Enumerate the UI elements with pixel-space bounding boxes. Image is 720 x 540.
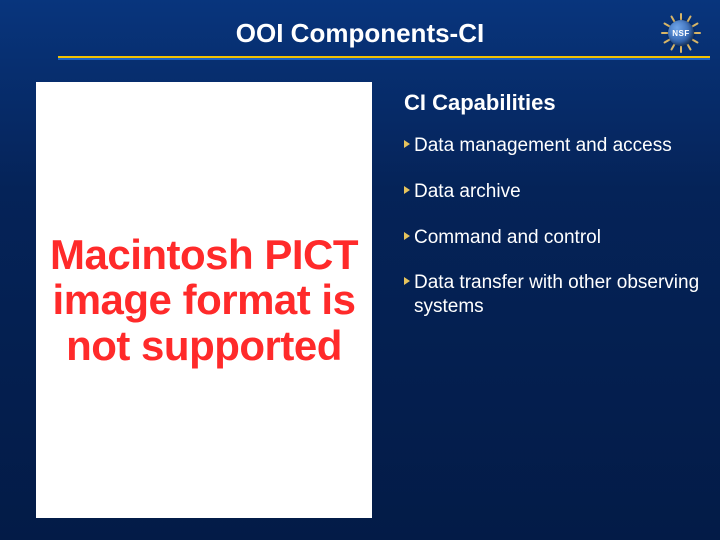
nsf-logo-icon: NSF [658, 10, 704, 56]
section-title: CI Capabilities [404, 90, 700, 116]
bullet-arrow-icon [404, 277, 410, 285]
content-column: CI Capabilities Data management and acce… [404, 90, 700, 341]
image-placeholder-text: Macintosh PICT image format is not suppo… [42, 232, 366, 368]
slide-title: OOI Components-CI [0, 18, 720, 49]
image-placeholder: Macintosh PICT image format is not suppo… [36, 82, 372, 518]
list-item-label: Data management and access [414, 135, 672, 156]
list-item-label: Data archive [414, 181, 521, 202]
title-underline [58, 56, 710, 60]
list-item-label: Data transfer with other observing syste… [414, 272, 699, 317]
bullet-arrow-icon [404, 140, 410, 148]
slide: OOI Components-CI NSF Macintosh PICT ima… [0, 0, 720, 540]
list-item: Data management and access [404, 134, 700, 158]
bullet-arrow-icon [404, 232, 410, 240]
list-item: Data archive [404, 180, 700, 204]
nsf-logo-text: NSF [668, 20, 694, 46]
slide-header: OOI Components-CI NSF [0, 0, 720, 70]
bullet-arrow-icon [404, 186, 410, 194]
list-item: Command and control [404, 226, 700, 250]
list-item-label: Command and control [414, 227, 601, 248]
list-item: Data transfer with other observing syste… [404, 271, 700, 319]
